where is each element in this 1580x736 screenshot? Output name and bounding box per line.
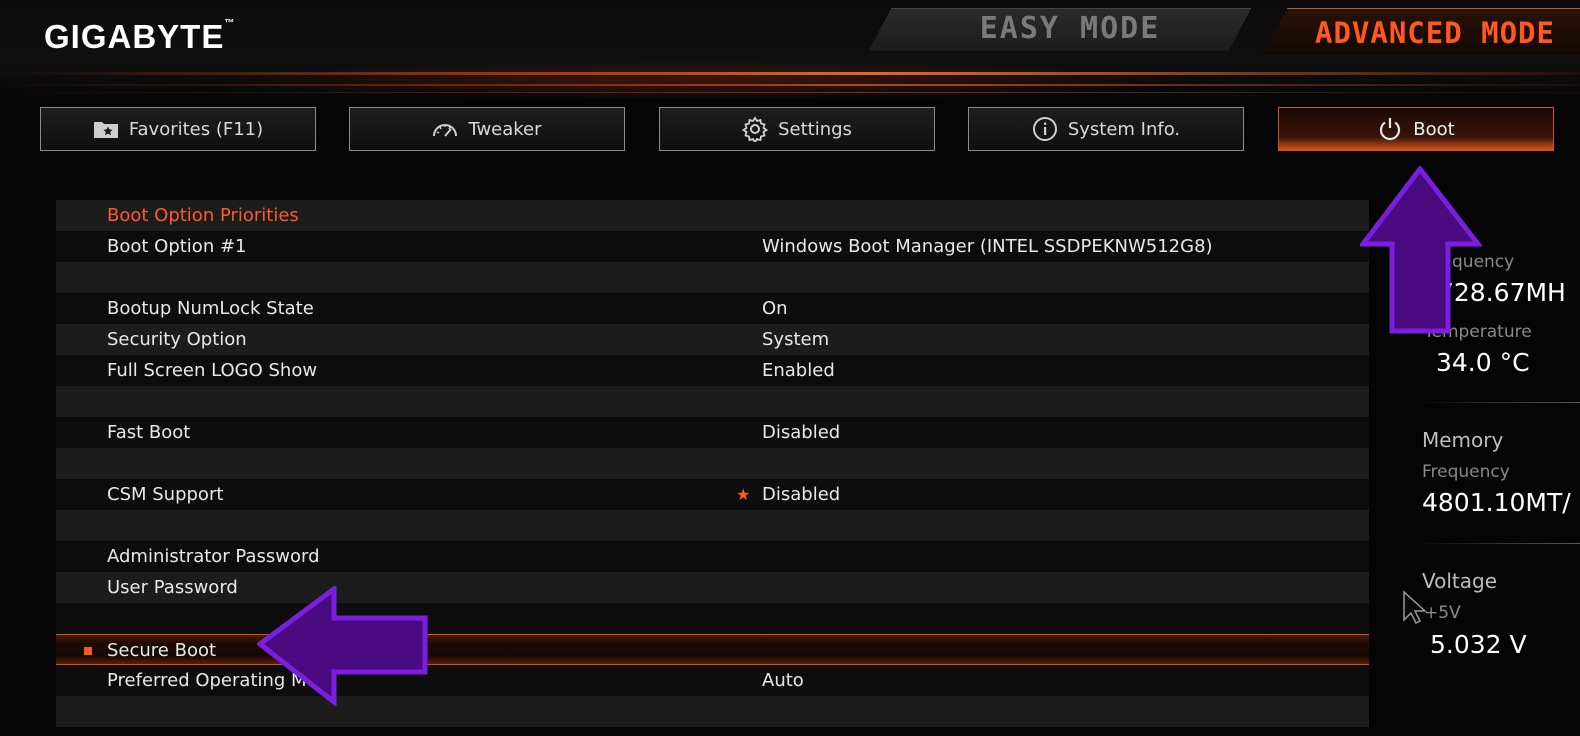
boot-settings-list: Boot Option Priorities Boot Option #1 Win…: [56, 200, 1369, 727]
menu-value: Auto: [762, 670, 804, 691]
brand-logo: GIGABYTE™: [44, 18, 236, 55]
memory-title: Memory: [1422, 428, 1504, 452]
header-streak: [0, 92, 1580, 93]
menu-item-user-password[interactable]: User Password: [56, 572, 1369, 603]
tab-tweaker[interactable]: Tweaker: [349, 107, 625, 151]
menu-value: Disabled: [762, 422, 841, 443]
tab-settings[interactable]: Settings: [659, 107, 935, 151]
menu-value: On: [762, 298, 788, 319]
folder-star-icon: [93, 119, 119, 139]
menu-item-administrator-password[interactable]: Administrator Password: [56, 541, 1369, 572]
voltage-value: 5.032 V: [1430, 630, 1527, 659]
menu-label: CSM Support: [107, 484, 224, 505]
tab-label: Favorites (F11): [128, 118, 264, 140]
power-icon: [1377, 116, 1403, 142]
menu-label: User Password: [107, 577, 238, 598]
speedometer-icon: [432, 120, 458, 138]
menu-label: Bootup NumLock State: [107, 298, 314, 319]
menu-label: Full Screen LOGO Show: [107, 360, 318, 381]
menu-item-boot-option-1[interactable]: Boot Option #1 Windows Boot Manager (INTE…: [56, 231, 1369, 262]
menu-section-boot-option-priorities: Boot Option Priorities: [56, 200, 1369, 231]
menu-label: Administrator Password: [107, 546, 320, 567]
menu-label: Fast Boot: [107, 422, 191, 443]
menu-label: Security Option: [107, 329, 247, 350]
gear-icon: [742, 116, 769, 142]
menu-value: Disabled: [762, 484, 841, 505]
menu-spacer: [56, 510, 1369, 541]
menu-label: Boot Option Priorities: [107, 205, 299, 226]
selection-bullet-icon: [84, 647, 92, 655]
menu-spacer: [56, 696, 1369, 727]
menu-spacer: [56, 603, 1369, 634]
cpu-temperature-value: 34.0 °C: [1436, 348, 1530, 377]
star-icon: ★: [736, 485, 751, 504]
left-arrow-icon: [257, 586, 428, 706]
header-streak: [0, 72, 1580, 75]
header-streak: [0, 84, 1580, 86]
header-glow: [200, 60, 1200, 100]
tab-favorites[interactable]: Favorites (F11): [40, 107, 316, 151]
easy-mode-button[interactable]: EASY MODE: [880, 8, 1260, 50]
tab-label: Tweaker: [468, 118, 542, 140]
tab-label: Boot: [1413, 118, 1455, 140]
menu-item-fast-boot[interactable]: Fast Boot Disabled: [56, 417, 1369, 448]
menu-value: Windows Boot Manager (INTEL SSDPEKNW512G…: [762, 236, 1213, 257]
mouse-cursor-icon: [1403, 590, 1427, 625]
menu-label: Secure Boot: [107, 640, 217, 661]
voltage-title: Voltage: [1422, 569, 1498, 593]
menu-item-bootup-numlock-state[interactable]: Bootup NumLock State On: [56, 293, 1369, 324]
info-icon: [1032, 116, 1058, 142]
tab-boot[interactable]: Boot: [1278, 107, 1554, 151]
menu-spacer: [56, 262, 1369, 293]
menu-item-csm-support[interactable]: CSM Support ★ Disabled: [56, 479, 1369, 510]
tab-system-info[interactable]: System Info.: [968, 107, 1244, 151]
panel-divider: [1415, 543, 1580, 544]
menu-spacer: [56, 386, 1369, 417]
up-arrow-icon: [1360, 166, 1482, 334]
menu-item-secure-boot[interactable]: Secure Boot: [56, 634, 1369, 665]
panel-divider: [1415, 402, 1580, 403]
menu-value: Enabled: [762, 360, 835, 381]
menu-item-preferred-operating-mode[interactable]: Preferred Operating Mo Auto: [56, 665, 1369, 696]
memory-frequency-value: 4801.10MT/: [1422, 488, 1571, 517]
menu-value: System: [762, 329, 830, 350]
header-bar: GIGABYTE™ EASY MODE ADVANCED MODE: [0, 0, 1580, 100]
advanced-mode-button[interactable]: ADVANCED MODE: [1290, 10, 1580, 56]
tab-label: System Info.: [1067, 118, 1181, 140]
menu-label: Boot Option #1: [107, 236, 247, 257]
tab-label: Settings: [778, 118, 852, 140]
menu-spacer: [56, 448, 1369, 479]
menu-item-security-option[interactable]: Security Option System: [56, 324, 1369, 355]
memory-frequency-label: Frequency: [1422, 462, 1510, 482]
menu-item-full-screen-logo-show[interactable]: Full Screen LOGO Show Enabled: [56, 355, 1369, 386]
